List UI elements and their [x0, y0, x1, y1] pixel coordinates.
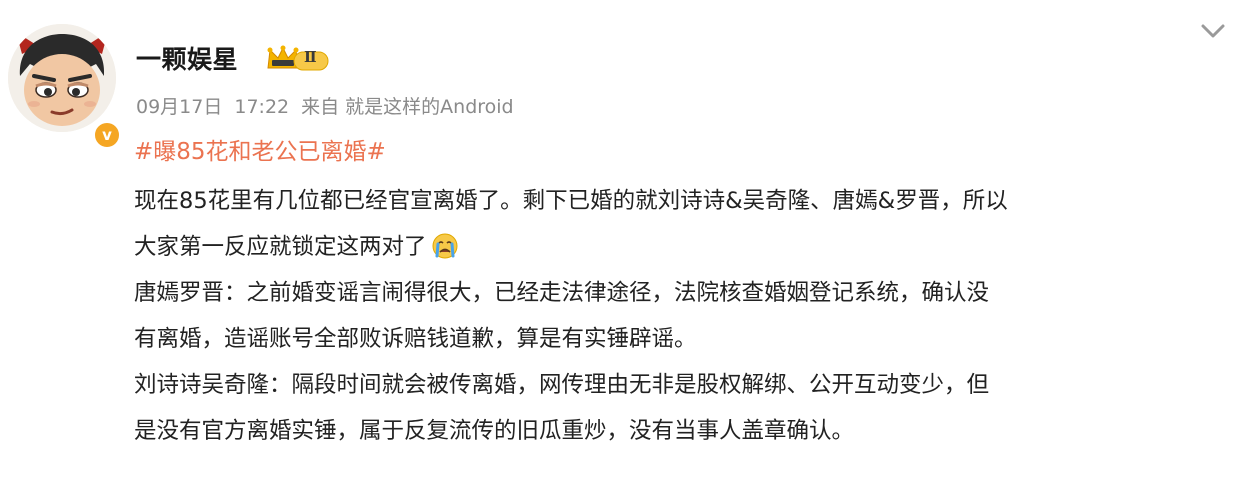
- username[interactable]: 一颗娱星: [136, 40, 238, 76]
- verified-mark: v: [102, 125, 112, 144]
- avatar[interactable]: [8, 24, 116, 132]
- content-line: 刘诗诗吴奇隆：隔段时间就会被传离婚，网传理由无非是股权解绑、公开互动变少，但: [134, 372, 990, 398]
- verified-badge: v: [92, 120, 122, 150]
- post-content: 现在85花里有几位都已经官宣离婚了。剩下已婚的就刘诗诗&吴奇隆、唐嫣&罗晋，所以…: [134, 178, 1234, 454]
- chevron-down-icon[interactable]: [1196, 18, 1230, 44]
- post-source[interactable]: 来自 就是这样的Android: [301, 96, 514, 118]
- content-line: 唐嫣罗晋：之前婚变谣言闹得很大，已经走法律途径，法院核查婚姻登记系统，确认没: [134, 280, 990, 306]
- vip-level-label: Ⅱ: [304, 48, 317, 66]
- content-line: 现在85花里有几位都已经官宣离婚了。剩下已婚的就刘诗诗&吴奇隆、唐嫣&罗晋，所以: [134, 188, 1008, 214]
- avatar-container[interactable]: v: [8, 24, 122, 150]
- content-line: 有离婚，造谣账号全部败诉赔钱道歉，算是有实锤辟谣。: [134, 326, 697, 352]
- weibo-post: v 一颗娱星 Ⅱ 09月17日 17:22 来自 就是这样的Android #曝85…: [0, 0, 1242, 478]
- post-time[interactable]: 17:22: [234, 96, 289, 118]
- post-meta: 09月17日 17:22 来自 就是这样的Android: [136, 92, 526, 119]
- post-date[interactable]: 09月17日: [136, 96, 222, 118]
- content-line-with-emoji: 大家第一反应就锁定这两对了: [134, 224, 1234, 270]
- crown-icon: [267, 45, 329, 71]
- avatar-illustration-icon: [8, 24, 116, 132]
- hashtag-link[interactable]: #曝85花和老公已离婚#: [134, 132, 386, 166]
- vip-crown-badge[interactable]: Ⅱ: [266, 44, 330, 74]
- crying-face-icon: [432, 233, 458, 258]
- content-line: 是没有官方离婚实锤，属于反复流传的旧瓜重炒，没有当事人盖章确认。: [134, 418, 855, 444]
- content-line: 大家第一反应就锁定这两对了: [134, 234, 427, 260]
